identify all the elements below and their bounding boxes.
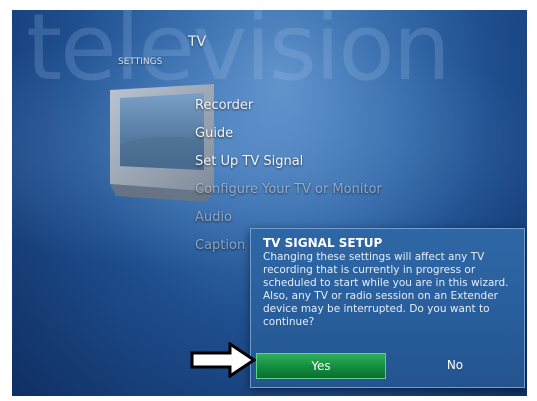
menu-item-set-up-tv-signal[interactable]: Set Up TV Signal bbox=[195, 148, 382, 176]
breadcrumb-section: TV bbox=[188, 34, 207, 50]
background-watermark: television bbox=[26, 10, 451, 101]
menu-item-guide[interactable]: Guide bbox=[195, 120, 382, 148]
breadcrumb-page-title: SETTINGS bbox=[118, 57, 163, 67]
tv-signal-setup-dialog: TV SIGNAL SETUP Changing these settings … bbox=[250, 228, 525, 388]
no-button[interactable]: No bbox=[391, 353, 519, 377]
media-center-screen: television TV SETTINGS Recorder Guide Se… bbox=[12, 10, 527, 396]
yes-button[interactable]: Yes bbox=[256, 353, 386, 379]
dialog-title: TV SIGNAL SETUP bbox=[263, 236, 383, 250]
menu-item-recorder[interactable]: Recorder bbox=[195, 92, 382, 120]
arrow-right-icon bbox=[190, 342, 256, 378]
menu-item-configure-tv[interactable]: Configure Your TV or Monitor bbox=[195, 176, 382, 204]
dialog-message: Changing these settings will affect any … bbox=[263, 251, 509, 328]
